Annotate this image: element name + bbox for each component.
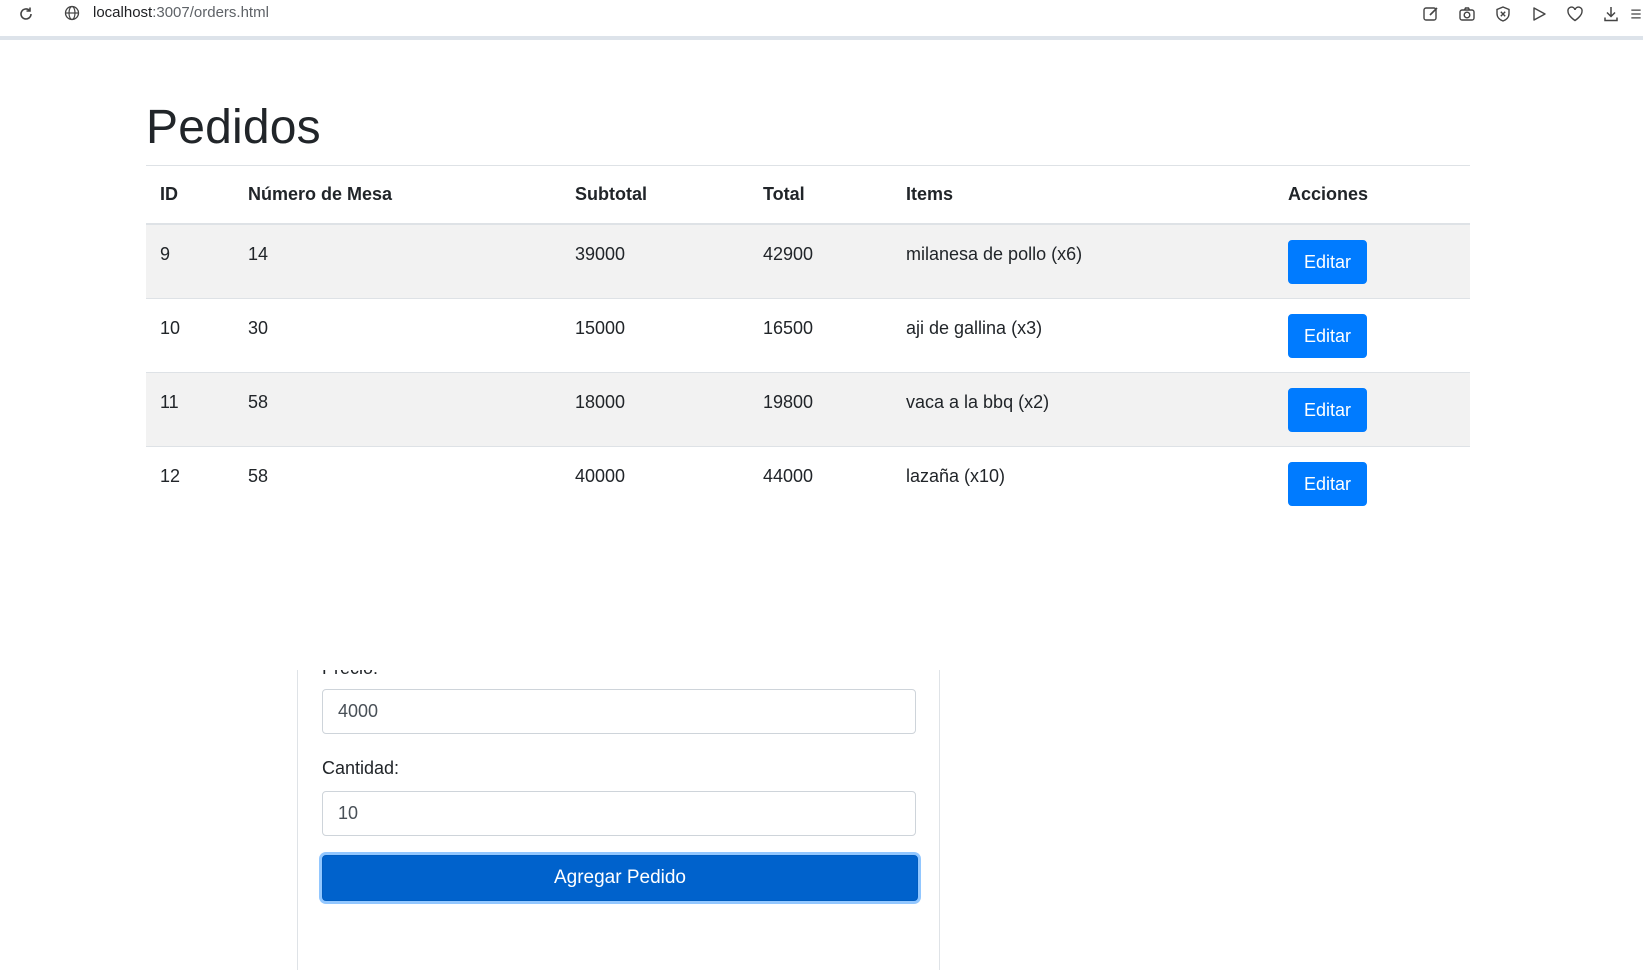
header-mesa: Número de Mesa: [234, 165, 561, 225]
table-row: 11 58 18000 19800 vaca a la bbq (x2) Edi…: [146, 371, 1470, 446]
cell-mesa: 14: [248, 244, 269, 264]
cell-id: 10: [160, 317, 181, 338]
cell-items: lazaña (x10): [906, 465, 1006, 486]
add-order-form: Precio: Cantidad: Agregar Pedido: [297, 670, 940, 970]
header-items: Items: [892, 165, 1274, 225]
edit-note-icon[interactable]: [1413, 3, 1449, 25]
header-total: Total: [749, 165, 892, 225]
play-icon[interactable]: [1521, 3, 1557, 25]
cell-total: 19800: [763, 391, 814, 412]
header-acciones: Acciones: [1274, 165, 1470, 225]
edit-button[interactable]: Editar: [1288, 240, 1368, 284]
shield-x-icon[interactable]: [1485, 3, 1521, 25]
cell-mesa: 58: [248, 465, 269, 486]
download-icon[interactable]: [1593, 3, 1629, 25]
cell-items: milanesa de pollo (x6): [906, 244, 1083, 264]
camera-icon[interactable]: [1449, 3, 1485, 25]
cell-total: 42900: [763, 244, 814, 264]
cell-id: 12: [160, 465, 181, 486]
cantidad-label: Cantidad:: [322, 758, 400, 778]
cell-items: aji de gallina (x3): [906, 317, 1043, 338]
edit-button[interactable]: Editar: [1288, 461, 1368, 506]
cell-id: 11: [160, 391, 179, 412]
url-path: :3007/orders.html: [152, 4, 269, 21]
cell-mesa: 30: [248, 317, 269, 338]
table-row: 12 58 40000 44000 lazaña (x10) Editar: [146, 445, 1470, 520]
precio-label: Precio:: [322, 670, 378, 680]
cell-subtotal: 15000: [575, 317, 626, 338]
reload-icon[interactable]: [16, 4, 36, 24]
cantidad-input[interactable]: [322, 791, 916, 836]
cell-total: 16500: [763, 317, 814, 338]
table-row: 10 30 15000 16500 aji de gallina (x3) Ed…: [146, 297, 1470, 372]
header-id: ID: [146, 165, 234, 225]
url-host: localhost: [93, 4, 153, 21]
add-order-button[interactable]: Agregar Pedido: [322, 855, 918, 901]
browser-toolbar: localhost:3007/orders.html: [0, 0, 1643, 40]
globe-icon[interactable]: [63, 4, 81, 22]
edit-button[interactable]: Editar: [1288, 387, 1368, 432]
cell-items: vaca a la bbq (x2): [906, 391, 1050, 412]
menu-icon[interactable]: [1629, 3, 1643, 25]
table-row: 9 14 39000 42900 milanesa de pollo (x6) …: [146, 223, 1470, 298]
page-title: Pedidos: [146, 101, 321, 154]
cell-subtotal: 39000: [575, 244, 626, 264]
browser-tools: [1413, 3, 1643, 25]
table-header-row: ID Número de Mesa Subtotal Total Items A…: [146, 165, 1470, 225]
header-subtotal: Subtotal: [561, 165, 749, 225]
cell-mesa: 58: [248, 391, 269, 412]
cell-subtotal: 18000: [575, 391, 626, 412]
cell-subtotal: 40000: [575, 465, 626, 486]
cell-id: 9: [160, 244, 171, 264]
precio-input[interactable]: [322, 689, 916, 734]
orders-table: ID Número de Mesa Subtotal Total Items A…: [146, 165, 1470, 520]
heart-icon[interactable]: [1557, 3, 1593, 25]
address-bar[interactable]: localhost:3007/orders.html: [93, 4, 269, 22]
cell-total: 44000: [763, 465, 814, 486]
edit-button[interactable]: Editar: [1288, 313, 1368, 358]
